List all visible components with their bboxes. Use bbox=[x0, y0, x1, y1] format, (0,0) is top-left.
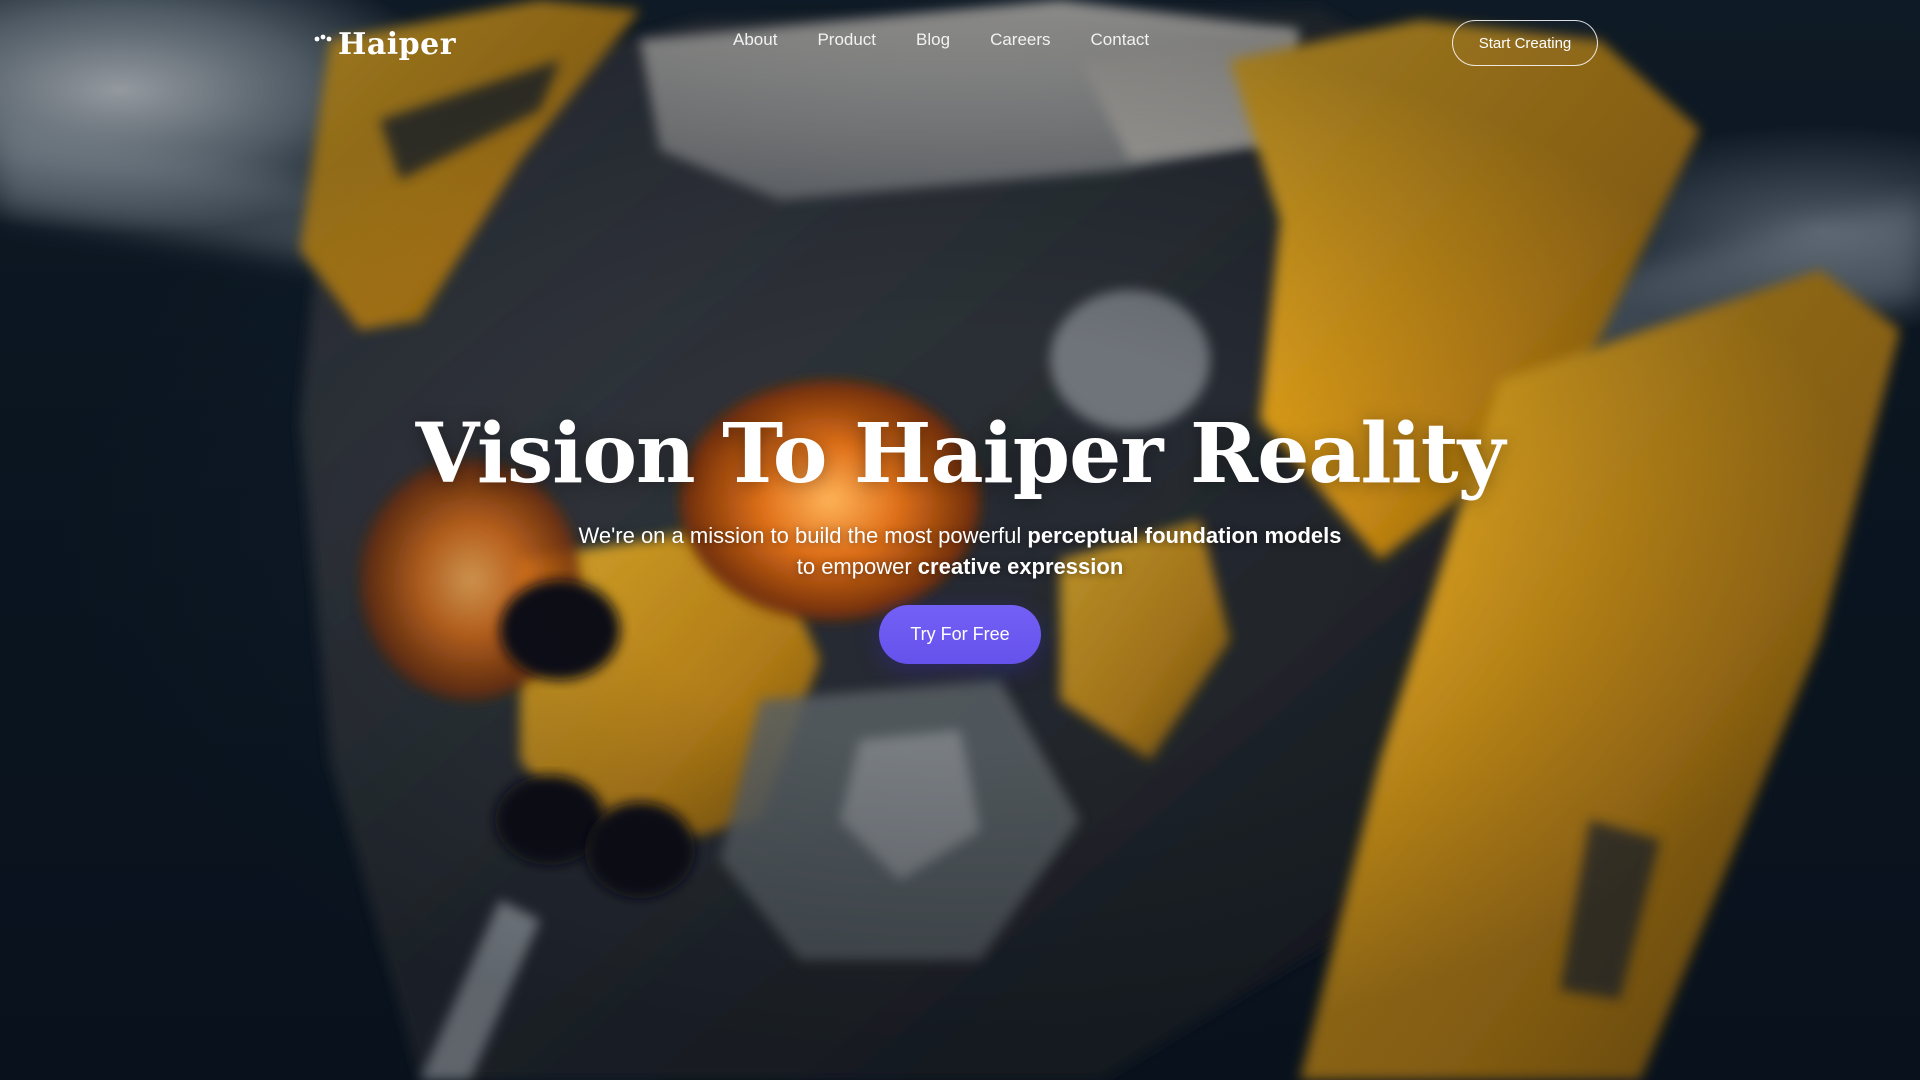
hero-title: Vision To Haiper Reality bbox=[415, 406, 1506, 502]
haiper-logo-icon bbox=[312, 33, 334, 55]
try-for-free-button[interactable]: Try For Free bbox=[879, 605, 1041, 664]
nav-link-product[interactable]: Product bbox=[817, 30, 876, 50]
hero-subtitle-line-1: We're on a mission to build the most pow… bbox=[0, 520, 1920, 551]
nav-link-blog[interactable]: Blog bbox=[916, 30, 950, 50]
landing-page: Haiper About Product Blog Careers Contac… bbox=[0, 0, 1920, 1080]
hero-subtitle-text: to empower bbox=[796, 554, 918, 579]
brand-name: Haiper bbox=[338, 26, 457, 62]
hero-subtitle: We're on a mission to build the most pow… bbox=[0, 520, 1920, 582]
nav-link-contact[interactable]: Contact bbox=[1091, 30, 1150, 50]
nav-link-about[interactable]: About bbox=[733, 30, 777, 50]
top-navigation: Haiper About Product Blog Careers Contac… bbox=[0, 0, 1920, 88]
start-creating-button[interactable]: Start Creating bbox=[1452, 20, 1598, 66]
hero-subtitle-emphasis: creative expression bbox=[917, 554, 1124, 579]
hero-subtitle-emphasis: perceptual foundation models bbox=[1027, 523, 1342, 548]
nav-links: About Product Blog Careers Contact bbox=[733, 30, 1149, 50]
nav-link-careers[interactable]: Careers bbox=[990, 30, 1050, 50]
hero-subtitle-text: We're on a mission to build the most pow… bbox=[578, 523, 1028, 548]
hero-subtitle-line-2: to empower creative expression bbox=[0, 551, 1920, 582]
brand-logo[interactable]: Haiper bbox=[312, 22, 456, 66]
